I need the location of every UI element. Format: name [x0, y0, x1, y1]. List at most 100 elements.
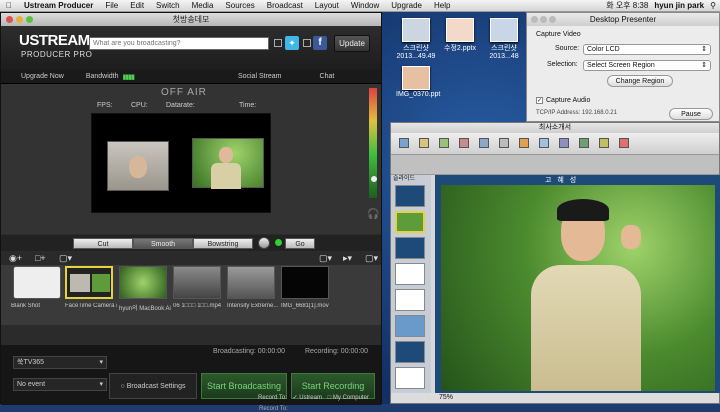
add-display-icon[interactable]: ▢▾ — [59, 253, 72, 264]
slide-thumb[interactable] — [395, 237, 425, 259]
broadcast-settings-button[interactable]: ○ Broadcast Settings — [109, 373, 197, 399]
pause-button[interactable]: Pause — [669, 108, 713, 120]
macbook-thumb[interactable] — [119, 266, 167, 299]
toolbar-button-icon[interactable] — [519, 138, 529, 148]
computer-checkbox[interactable]: □ — [328, 395, 332, 401]
upgrade-now-link[interactable]: Upgrade Now — [21, 73, 64, 80]
update-button[interactable]: Update — [334, 35, 370, 52]
zoom-level[interactable]: 75% — [439, 394, 453, 401]
desktop-file-icon[interactable]: IMG_0370.ppt — [396, 66, 441, 98]
chat-link[interactable]: Chat — [320, 73, 335, 80]
recording-timer: Recording: 00:00:00 — [305, 348, 369, 355]
menu-edit[interactable]: Edit — [124, 1, 150, 10]
presenter-jacket — [531, 265, 641, 391]
headphones-icon[interactable]: 🎧 — [367, 209, 379, 220]
slide-thumb[interactable] — [395, 315, 425, 337]
close-icon[interactable] — [531, 16, 538, 23]
intensity-thumb[interactable] — [227, 266, 275, 299]
output-icon[interactable]: ▢▾ — [365, 253, 378, 264]
desktop-file-icon[interactable]: 스크린샷 2013...49.49 — [396, 18, 436, 60]
presenter-photo[interactable] — [441, 185, 715, 391]
facetime-layer[interactable] — [107, 141, 169, 191]
slide-canvas[interactable]: 고 혜 성 — [435, 175, 720, 393]
slide-thumb[interactable] — [395, 263, 425, 285]
clock[interactable]: 화 오후 8:38 — [606, 0, 648, 11]
transition-speed-knob[interactable] — [258, 237, 270, 249]
event-select[interactable]: No event ▾ — [13, 378, 107, 391]
menu-file[interactable]: File — [99, 1, 124, 10]
facebook-checkbox[interactable] — [303, 39, 311, 47]
desktop-file-label: IMG_0370.ppt — [396, 91, 441, 98]
toolbar-button-icon[interactable] — [559, 138, 569, 148]
go-button[interactable]: Go — [285, 238, 315, 249]
mov-thumb[interactable] — [281, 266, 329, 299]
person-head — [129, 156, 147, 178]
add-camera-icon[interactable]: ◉+ — [9, 253, 22, 264]
speaker-icon[interactable]: ▸▾ — [343, 253, 352, 264]
program-monitor[interactable] — [91, 113, 271, 213]
menu-broadcast[interactable]: Broadcast — [261, 1, 309, 10]
toolbar-button-icon[interactable] — [459, 138, 469, 148]
facetime-thumb[interactable] — [65, 266, 113, 299]
layout-icon[interactable]: ▢▾ — [319, 253, 332, 264]
toolbar-button-icon[interactable] — [419, 138, 429, 148]
window-titlebar[interactable]: 최사소개서 — [391, 123, 719, 133]
source-value: Color LCD — [587, 46, 620, 53]
chevron-down-icon: ▾ — [99, 381, 103, 388]
slide-thumb[interactable] — [395, 341, 425, 363]
desktop-file-icon[interactable]: 수정2.pptx — [440, 18, 480, 53]
menu-window[interactable]: Window — [345, 1, 385, 10]
slide-thumb[interactable] — [395, 367, 425, 389]
zoom-icon[interactable] — [549, 16, 556, 23]
selection-select[interactable]: Select Screen Region ⇕ — [583, 60, 711, 71]
smooth-button[interactable]: Smooth — [133, 238, 193, 249]
blank-shot-thumb[interactable] — [13, 266, 61, 299]
close-icon[interactable] — [6, 16, 13, 23]
slide-thumb-selected[interactable] — [395, 211, 425, 233]
minimize-icon[interactable] — [540, 16, 547, 23]
menu-media[interactable]: Media — [186, 1, 220, 10]
minimize-icon[interactable] — [16, 16, 23, 23]
menu-sources[interactable]: Sources — [219, 1, 260, 10]
volume-slider-knob[interactable] — [371, 176, 377, 182]
cut-button[interactable]: Cut — [73, 238, 133, 249]
bowstring-button[interactable]: Bowstring — [193, 238, 253, 249]
mp4-thumb[interactable] — [173, 266, 221, 299]
add-file-icon[interactable]: □+ — [35, 253, 46, 263]
toolbar-button-icon[interactable] — [439, 138, 449, 148]
ustream-checkbox[interactable]: ✓ — [293, 395, 298, 401]
menu-help[interactable]: Help — [428, 1, 456, 10]
social-stream-link[interactable]: Social Stream — [238, 73, 282, 80]
chevron-down-icon: ▾ — [99, 359, 103, 366]
video-layer[interactable] — [192, 138, 264, 189]
window-titlebar[interactable]: Desktop Presenter — [527, 13, 719, 26]
toolbar-button-icon[interactable] — [579, 138, 589, 148]
source-select[interactable]: Color LCD ⇕ — [583, 44, 711, 55]
spotlight-icon[interactable]: ⚲ — [710, 1, 716, 10]
menu-app-name[interactable]: Ustream Producer — [18, 1, 99, 10]
toolbar-button-icon[interactable] — [479, 138, 489, 148]
menu-layout[interactable]: Layout — [309, 1, 345, 10]
producer-pro-logo: PRODUCER PRO — [21, 50, 93, 59]
facebook-icon[interactable]: f — [313, 36, 327, 50]
slide-thumb[interactable] — [395, 185, 425, 207]
toolbar-button-icon[interactable] — [619, 138, 629, 148]
toolbar-button-icon[interactable] — [539, 138, 549, 148]
toolbar-button-icon[interactable] — [499, 138, 509, 148]
capture-audio-checkbox[interactable]: ✓ — [536, 97, 543, 104]
window-titlebar[interactable]: 첫방송데모 — [1, 13, 381, 26]
twitter-checkbox[interactable] — [274, 39, 282, 47]
toolbar-button-icon[interactable] — [599, 138, 609, 148]
user-name[interactable]: hyun jin park — [654, 1, 704, 10]
broadcast-title-input[interactable] — [89, 37, 269, 50]
apple-icon[interactable]:  — [0, 1, 18, 10]
slide-thumb[interactable] — [395, 289, 425, 311]
desktop-file-icon[interactable]: 스크린샷 2013...48 — [484, 18, 524, 60]
change-region-button[interactable]: Change Region — [607, 75, 673, 87]
zoom-icon[interactable] — [26, 16, 33, 23]
menu-switch[interactable]: Switch — [150, 1, 186, 10]
menu-upgrade[interactable]: Upgrade — [385, 1, 428, 10]
toolbar-button-icon[interactable] — [399, 138, 409, 148]
channel-select[interactable]: 쑥TV365 ▾ — [13, 356, 107, 369]
twitter-icon[interactable]: ✦ — [285, 36, 299, 50]
